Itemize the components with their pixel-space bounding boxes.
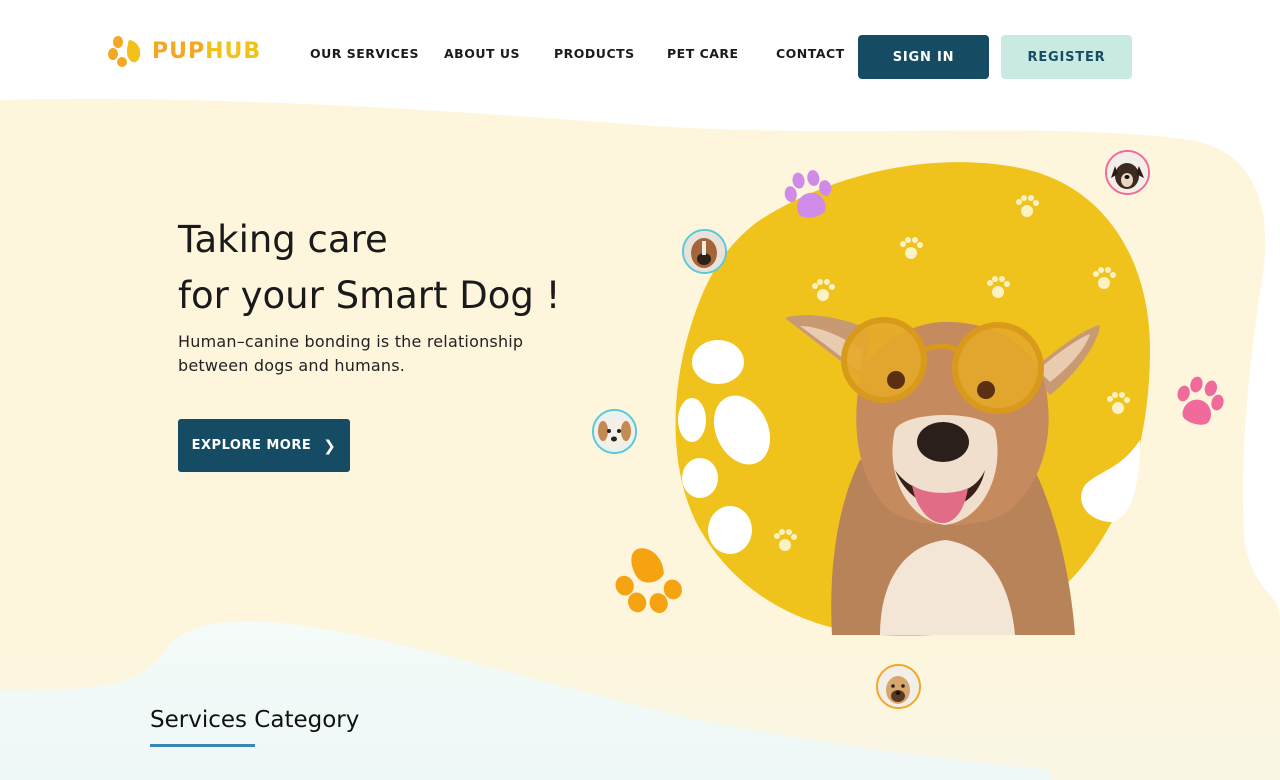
nav-our-services[interactable]: OUR SERVICES (310, 46, 419, 61)
hero-title-line: for your Smart Dog ! (178, 274, 561, 317)
dog-avatar (1105, 150, 1150, 195)
explore-more-label: EXPLORE MORE (191, 438, 312, 453)
nav-about-us[interactable]: ABOUT US (444, 46, 520, 61)
dog-avatar (876, 664, 921, 709)
hero-subtitle-line: between dogs and humans. (178, 356, 406, 375)
brand-name: PUPHUB (152, 38, 262, 64)
nav-products[interactable]: PRODUCTS (554, 46, 635, 61)
dog-avatar (592, 409, 637, 454)
hero-subtitle: Human–canine bonding is the relationship… (178, 330, 578, 378)
register-button[interactable]: REGISTER (1001, 35, 1132, 79)
explore-more-button[interactable]: EXPLORE MORE ❯ (178, 419, 350, 472)
dog-avatar (682, 229, 727, 274)
nav-pet-care[interactable]: PET CARE (667, 46, 739, 61)
paw-icon (784, 170, 832, 218)
paw-icon (1177, 376, 1224, 425)
hero-subtitle-line: Human–canine bonding is the relationship (178, 332, 524, 351)
hero-title-line: Taking care (178, 218, 388, 261)
logo-paw-icon (108, 36, 141, 67)
nav-contact[interactable]: CONTACT (776, 46, 845, 61)
hero-background (0, 98, 1280, 780)
paw-icon (615, 548, 682, 613)
section-title-underline (150, 744, 255, 747)
brand-logo[interactable]: PUPHUB (108, 34, 261, 68)
hero-title: Taking care for your Smart Dog ! (178, 212, 560, 324)
sign-in-button[interactable]: SIGN IN (858, 35, 989, 79)
chevron-right-icon: ❯ (323, 436, 337, 455)
section-title: Services Category (150, 707, 360, 733)
